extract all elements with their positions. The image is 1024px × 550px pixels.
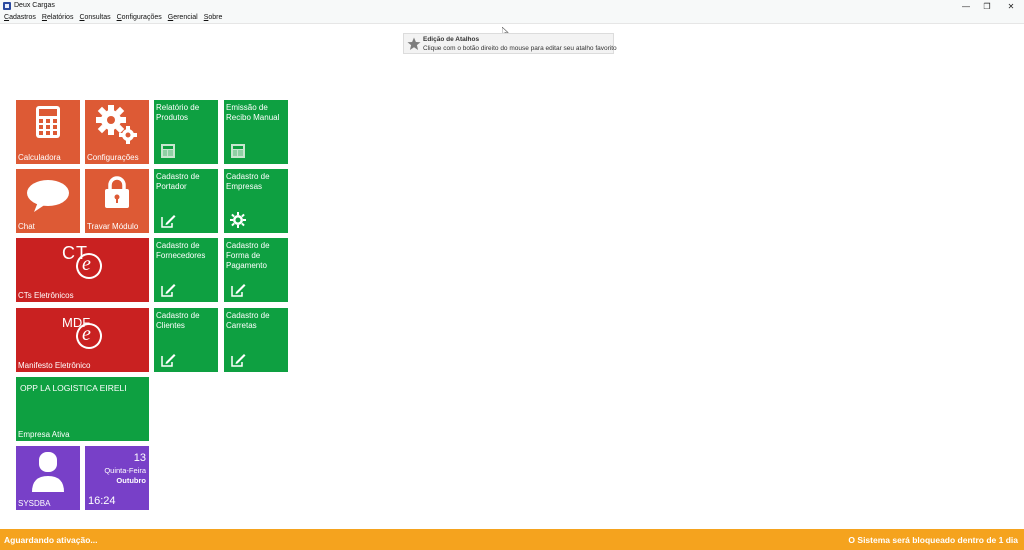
mdfe-logo-e: e bbox=[82, 323, 91, 345]
lock-warning: O Sistema será bloqueado dentro de 1 dia bbox=[848, 535, 1018, 545]
tile-user[interactable]: SYSDBA bbox=[16, 446, 80, 510]
menu-configuracoes[interactable]: Configurações bbox=[117, 12, 162, 23]
tile-label: Relatório de Produtos bbox=[156, 103, 200, 122]
menu-sobre[interactable]: Sobre bbox=[204, 12, 223, 23]
tile-cte[interactable]: CT e CTs Eletrônicos bbox=[16, 238, 149, 302]
tile-label: Calculadora bbox=[18, 153, 61, 162]
tile-cadastro-empresas[interactable]: Cadastro de Empresas bbox=[224, 169, 288, 233]
date-day: 13 bbox=[133, 452, 146, 464]
app-icon bbox=[3, 2, 11, 10]
tile-label: CTs Eletrônicos bbox=[18, 291, 74, 300]
tile-label: Empresa Ativa bbox=[18, 430, 70, 439]
tile-date-time: 13 Quinta-Feira Outubro 16:24 bbox=[85, 446, 149, 510]
tile-label: Travar Módulo bbox=[87, 222, 139, 231]
minimize-button[interactable]: — bbox=[955, 0, 977, 12]
window-title: Deux Cargas bbox=[14, 2, 55, 9]
tile-label: Cadastro de Forma de Pagamento bbox=[226, 241, 270, 270]
edit-form-icon bbox=[161, 284, 176, 297]
tile-label: SYSDBA bbox=[18, 499, 51, 508]
gears-icon bbox=[96, 105, 137, 144]
tile-label: Configurações bbox=[87, 153, 139, 162]
tooltip-title: Edição de Atalhos bbox=[423, 36, 480, 43]
tile-mdfe[interactable]: MDF e Manifesto Eletrônico bbox=[16, 308, 149, 372]
tile-cadastro-clientes[interactable]: Cadastro de Clientes bbox=[154, 308, 218, 372]
edit-form-icon bbox=[231, 284, 246, 297]
edit-form-icon bbox=[161, 354, 176, 367]
tile-calculadora[interactable]: Calculadora bbox=[16, 100, 80, 164]
tile-travar-modulo[interactable]: Travar Módulo bbox=[85, 169, 149, 233]
activation-status: Aguardando ativação... bbox=[4, 535, 98, 545]
chat-bubble-icon bbox=[27, 180, 69, 212]
menu-consultas[interactable]: Consultas bbox=[79, 12, 110, 23]
tile-label: Manifesto Eletrônico bbox=[18, 361, 91, 370]
tile-cadastro-carretas[interactable]: Cadastro de Carretas bbox=[224, 308, 288, 372]
tile-label: Cadastro de Carretas bbox=[226, 311, 270, 330]
tile-label: Cadastro de Empresas bbox=[226, 172, 270, 191]
tile-cadastro-portador[interactable]: Cadastro de Portador bbox=[154, 169, 218, 233]
tile-label: Cadastro de Fornecedores bbox=[156, 241, 206, 260]
date-month: Outubro bbox=[116, 476, 146, 485]
tile-label: Chat bbox=[18, 222, 35, 231]
shortcut-tooltip: Edição de Atalhos Clique com o botão dir… bbox=[403, 33, 617, 54]
menu-cadastros[interactable]: Cadastros bbox=[4, 12, 36, 23]
tooltip-text: Clique com o botão direito do mouse para… bbox=[423, 45, 617, 52]
user-avatar-icon bbox=[32, 452, 64, 492]
tile-cadastro-fornecedores[interactable]: Cadastro de Fornecedores bbox=[154, 238, 218, 302]
close-button[interactable]: ✕ bbox=[1000, 0, 1022, 12]
tile-label: Cadastro de Clientes bbox=[156, 311, 200, 330]
report-document-icon bbox=[161, 144, 175, 158]
maximize-button[interactable]: ❐ bbox=[976, 0, 998, 12]
tile-cadastro-forma-pagamento[interactable]: Cadastro de Forma de Pagamento bbox=[224, 238, 288, 302]
empresa-name: OPP LA LOGISTICA EIRELI bbox=[20, 383, 127, 393]
cte-logo-e: e bbox=[82, 253, 91, 275]
tile-label: Cadastro de Portador bbox=[156, 172, 200, 191]
menu-relatorios[interactable]: Relatórios bbox=[42, 12, 74, 23]
menu-gerencial[interactable]: Gerencial bbox=[168, 12, 198, 23]
calculator-icon bbox=[36, 106, 60, 138]
tile-label: Emissão de Recibo Manual bbox=[226, 103, 280, 122]
edit-form-icon bbox=[231, 354, 246, 367]
star-icon bbox=[407, 37, 421, 50]
date-weekday: Quinta-Feira bbox=[104, 466, 146, 475]
gear-icon bbox=[230, 212, 246, 228]
tile-relatorio-produtos[interactable]: Relatório de Produtos bbox=[154, 100, 218, 164]
title-bar: Deux Cargas — ❐ ✕ bbox=[0, 0, 1024, 12]
report-document-icon bbox=[231, 144, 245, 158]
tile-empresa-ativa[interactable]: OPP LA LOGISTICA EIRELI Empresa Ativa bbox=[16, 377, 149, 441]
menu-bar: Cadastros Relatórios Consultas Configura… bbox=[0, 12, 1024, 24]
tile-recibo-manual[interactable]: Emissão de Recibo Manual bbox=[224, 100, 288, 164]
clock-time: 16:24 bbox=[88, 495, 116, 507]
edit-form-icon bbox=[161, 215, 176, 228]
status-bar: Aguardando ativação... O Sistema será bl… bbox=[0, 529, 1024, 550]
lock-icon bbox=[105, 176, 129, 208]
tile-configuracoes[interactable]: Configurações bbox=[85, 100, 149, 164]
tile-chat[interactable]: Chat bbox=[16, 169, 80, 233]
